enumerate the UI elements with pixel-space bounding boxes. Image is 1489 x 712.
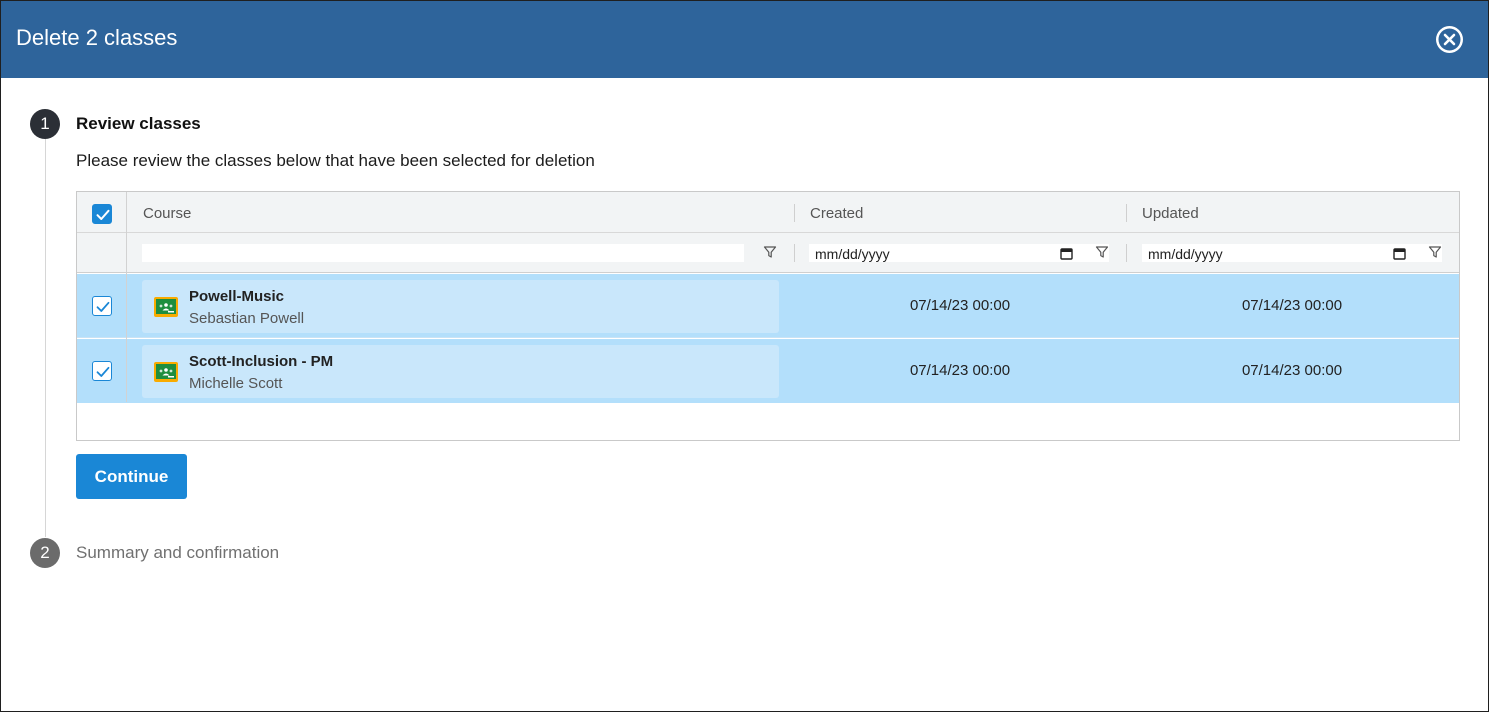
created-date-placeholder: mm/dd/yyyy	[815, 246, 890, 262]
updated-date-placeholder: mm/dd/yyyy	[1148, 246, 1223, 262]
step-1-title: Review classes	[76, 114, 201, 133]
step-2-indicator: 2	[30, 538, 60, 568]
course-teacher: Sebastian Powell	[189, 310, 305, 327]
checkmark-icon	[96, 301, 110, 312]
filter-separator	[794, 244, 795, 262]
course-name: Powell-Music	[189, 288, 285, 305]
course-teacher: Michelle Scott	[189, 375, 283, 392]
delete-classes-dialog: Delete 2 classes 1 Review classes Please…	[0, 0, 1489, 712]
google-classroom-icon	[154, 297, 178, 317]
course-cell[interactable]: Powell-Music Sebastian Powell	[142, 280, 779, 333]
course-filter-funnel-icon[interactable]	[763, 245, 777, 259]
google-classroom-icon	[154, 362, 178, 382]
classes-table: Course Created Updated mm/dd/yyyy mm/dd/…	[76, 191, 1460, 441]
step-1-indicator: 1	[30, 109, 60, 139]
course-cell[interactable]: Scott-Inclusion - PM Michelle Scott	[142, 345, 779, 398]
column-header-created[interactable]: Created	[810, 205, 863, 223]
course-filter-input[interactable]	[142, 244, 744, 262]
updated-cell: 07/14/23 00:00	[1241, 297, 1343, 314]
created-cell: 07/14/23 00:00	[909, 362, 1011, 379]
column-header-updated[interactable]: Updated	[1142, 205, 1199, 223]
created-filter-funnel-icon[interactable]	[1095, 245, 1109, 259]
step-2-title: Summary and confirmation	[76, 543, 280, 562]
checkmark-icon	[96, 366, 110, 377]
close-icon	[1438, 28, 1461, 51]
row-checkbox[interactable]	[92, 361, 112, 381]
calendar-icon[interactable]	[1060, 247, 1073, 260]
dialog-title: Delete 2 classes	[16, 25, 178, 50]
step-1-description: Please review the classes below that hav…	[76, 151, 595, 170]
stepper-rail	[45, 137, 46, 537]
created-date-filter[interactable]: mm/dd/yyyy	[809, 244, 1109, 262]
column-header-course[interactable]: Course	[143, 205, 191, 223]
dialog-header: Delete 2 classes	[1, 1, 1488, 78]
row-checkbox[interactable]	[92, 296, 112, 316]
close-button[interactable]	[1436, 26, 1463, 53]
column-resizer[interactable]	[794, 204, 795, 222]
updated-date-filter[interactable]: mm/dd/yyyy	[1142, 244, 1442, 262]
filter-separator	[1126, 244, 1127, 262]
select-all-checkbox[interactable]	[92, 204, 112, 224]
table-header: Course Created Updated	[77, 192, 1459, 233]
continue-button[interactable]: Continue	[76, 454, 187, 499]
column-resizer[interactable]	[1126, 204, 1127, 222]
updated-filter-funnel-icon[interactable]	[1428, 245, 1442, 259]
calendar-icon[interactable]	[1393, 247, 1406, 260]
checkbox-column-divider	[126, 192, 127, 402]
updated-cell: 07/14/23 00:00	[1241, 362, 1343, 379]
table-row[interactable]: Powell-Music Sebastian Powell 07/14/23 0…	[77, 274, 1459, 338]
course-name: Scott-Inclusion - PM	[189, 353, 334, 370]
created-cell: 07/14/23 00:00	[909, 297, 1011, 314]
checkmark-icon	[96, 209, 110, 220]
table-row[interactable]: Scott-Inclusion - PM Michelle Scott 07/1…	[77, 339, 1459, 403]
